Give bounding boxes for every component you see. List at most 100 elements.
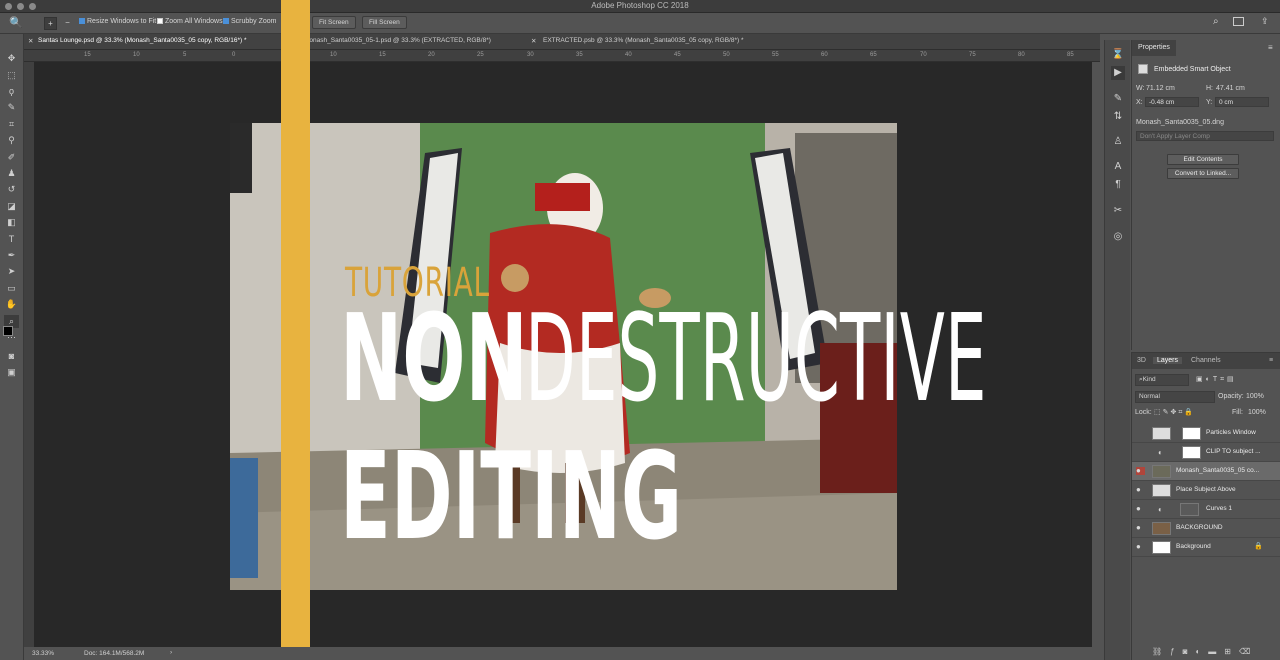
new-layer-icon[interactable]: ⊞	[1224, 647, 1239, 656]
move-tool-icon[interactable]: ✥	[4, 52, 19, 65]
panel-menu-icon[interactable]: ≡	[1269, 357, 1273, 364]
tab-santas-lounge[interactable]: Santas Lounge.psd @ 33.3% (Monash_Santa0…	[38, 37, 246, 44]
zoom-level[interactable]: 33.33%	[32, 650, 54, 657]
crop-tool-icon[interactable]: ⌗	[4, 118, 19, 131]
tab-santa-extracted[interactable]: Monash_Santa0035_05-1.psd @ 33.3% (EXTRA…	[304, 37, 491, 44]
visibility-eye-icon[interactable]: ●	[1136, 543, 1145, 551]
layer-thumbnail	[1152, 522, 1171, 535]
adjustments-icon[interactable]: ⇅	[1111, 110, 1125, 124]
workspace-icon[interactable]	[1233, 17, 1244, 26]
zoom-all-checkbox[interactable]: Zoom All Windows	[157, 18, 223, 25]
gradient-tool-icon[interactable]: ◧	[4, 216, 19, 229]
layer-thumbnail	[1152, 484, 1171, 497]
eyedropper-tool-icon[interactable]: ⚲	[4, 134, 19, 147]
width-label: W:	[1136, 85, 1145, 92]
fit-screen-button[interactable]: Fit Screen	[312, 16, 356, 29]
width-value[interactable]: 71.12 cm	[1146, 85, 1175, 92]
visibility-eye-icon[interactable]: ●	[1136, 486, 1145, 494]
link-icon[interactable]: ⛓	[1152, 647, 1170, 656]
marquee-tool-icon[interactable]: ⬚	[4, 69, 19, 82]
resize-windows-checkbox[interactable]: Resize Windows to Fit	[79, 18, 156, 25]
type-tool-icon[interactable]: T	[4, 233, 19, 246]
tab-3d[interactable]: 3D	[1137, 357, 1146, 364]
history-icon[interactable]: ⌛	[1111, 48, 1125, 62]
visibility-eye-icon[interactable]: ●	[1136, 505, 1145, 513]
folder-icon[interactable]: ▬	[1208, 647, 1224, 656]
trash-icon[interactable]: ⌫	[1239, 647, 1258, 656]
title-bar: Adobe Photoshop CC 2018	[0, 0, 1280, 13]
lock-icons[interactable]: ⬚✎✥⌗🔒	[1154, 408, 1195, 417]
screen-mode-icon[interactable]: ▣	[4, 366, 19, 379]
mask-icon[interactable]: ◙	[1183, 647, 1196, 656]
layer-name: Monash_Santa0035_05 co...	[1176, 467, 1260, 474]
tab-close-icon[interactable]: ✕	[28, 37, 33, 45]
quick-select-tool-icon[interactable]: ✎	[4, 101, 19, 114]
layer-row[interactable]: ◐ CLIP TO subject ...	[1132, 443, 1280, 462]
history-brush-icon[interactable]: ↺	[4, 183, 19, 196]
kind-filter[interactable]: ⌕Kind	[1135, 374, 1189, 386]
scrubby-zoom-checkbox[interactable]: Scrubby Zoom	[223, 18, 277, 25]
layer-row-selected[interactable]: ● Monash_Santa0035_05 co...	[1132, 462, 1280, 481]
tab-layers[interactable]: Layers	[1153, 357, 1183, 364]
layer-comp-select[interactable]: Don't Apply Layer Comp	[1136, 131, 1274, 141]
brush-tool-icon[interactable]: ✐	[4, 151, 19, 164]
shape-tool-icon[interactable]: ▭	[4, 282, 19, 295]
edit-contents-button[interactable]: Edit Contents	[1167, 154, 1239, 165]
y-field[interactable]: 0 cm	[1215, 97, 1269, 107]
visibility-eye-icon[interactable]: ●	[1136, 467, 1145, 475]
quick-mask-icon[interactable]: ◙	[4, 350, 19, 363]
tab-close-icon[interactable]: ✕	[531, 37, 536, 45]
status-menu-arrow[interactable]: ›	[170, 649, 172, 656]
adjustment-icon: ◐	[1158, 448, 1163, 457]
destructive-heading: DESTRUCTIVE	[525, 290, 987, 429]
panel-menu-icon[interactable]: ≡	[1268, 43, 1273, 52]
stamp-panel-icon[interactable]: ♙	[1111, 135, 1125, 149]
pen-tool-icon[interactable]: ✒	[4, 249, 19, 262]
convert-to-linked-button[interactable]: Convert to Linked...	[1167, 168, 1239, 179]
lasso-tool-icon[interactable]: ϙ	[4, 85, 19, 98]
ruler-tick: 70	[920, 52, 927, 58]
path-select-icon[interactable]: ➤	[4, 265, 19, 278]
tools-preset-icon[interactable]: ✂	[1111, 204, 1125, 218]
ruler-tick: 30	[527, 52, 534, 58]
tab-extracted-psb[interactable]: EXTRACTED.psb @ 33.3% (Monash_Santa0035_…	[543, 37, 744, 44]
visibility-eye-icon[interactable]: ●	[1136, 524, 1145, 532]
hand-tool-icon[interactable]: ✋	[4, 298, 19, 311]
fill-value[interactable]: 100%	[1248, 409, 1266, 416]
paragraph-icon[interactable]: ¶	[1111, 178, 1125, 192]
blend-mode-select[interactable]: Normal	[1135, 391, 1215, 403]
fx-icon[interactable]: ƒ	[1170, 647, 1182, 656]
layers-footer: ⛓ƒ◙◐▬⊞⌫	[1152, 647, 1278, 659]
opacity-value[interactable]: 100%	[1246, 393, 1264, 400]
ruler-tick: 65	[870, 52, 877, 58]
eraser-tool-icon[interactable]: ◪	[4, 200, 19, 213]
layer-row[interactable]: ● Background 🔒	[1132, 538, 1280, 557]
zoom-tool-icon[interactable]: 🔍	[9, 16, 23, 29]
actions-play-icon[interactable]: ▶	[1111, 66, 1125, 80]
zoom-out-icon[interactable]: −	[61, 17, 74, 30]
stamp-tool-icon[interactable]: ♟	[4, 167, 19, 180]
search-icon[interactable]: ⌕	[1213, 16, 1219, 27]
adjustment-icon[interactable]: ◐	[1195, 647, 1208, 656]
horizontal-ruler: 15 10 5 0 5 10 15 20 25 30 35 40 45 50 5…	[24, 50, 1100, 62]
libraries-icon[interactable]: ◎	[1111, 230, 1125, 244]
character-icon[interactable]: A	[1111, 160, 1125, 174]
share-icon[interactable]: ⇪	[1261, 16, 1269, 27]
filter-icons[interactable]: ▣◐T⌗▤	[1196, 375, 1237, 384]
tab-properties[interactable]: Properties	[1132, 40, 1176, 56]
layer-row[interactable]: ● Place Subject Above	[1132, 481, 1280, 500]
ruler-tick: 15	[84, 52, 91, 58]
smart-object-icon	[1138, 64, 1148, 74]
layer-row[interactable]: ● BACKGROUND	[1132, 519, 1280, 538]
non-heading: NON	[340, 290, 528, 429]
layer-row[interactable]: ● ◐ Curves 1	[1132, 500, 1280, 519]
x-field[interactable]: -0.48 cm	[1145, 97, 1199, 107]
brush-settings-icon[interactable]: ✎	[1111, 92, 1125, 106]
ruler-tick: 55	[772, 52, 779, 58]
tab-channels[interactable]: Channels	[1191, 357, 1221, 364]
height-value[interactable]: 47.41 cm	[1216, 85, 1245, 92]
layer-row[interactable]: Particles Window	[1132, 424, 1280, 443]
zoom-in-icon[interactable]: +	[44, 17, 57, 30]
foreground-color-swatch[interactable]	[3, 326, 13, 336]
fill-screen-button[interactable]: Fill Screen	[362, 16, 407, 29]
